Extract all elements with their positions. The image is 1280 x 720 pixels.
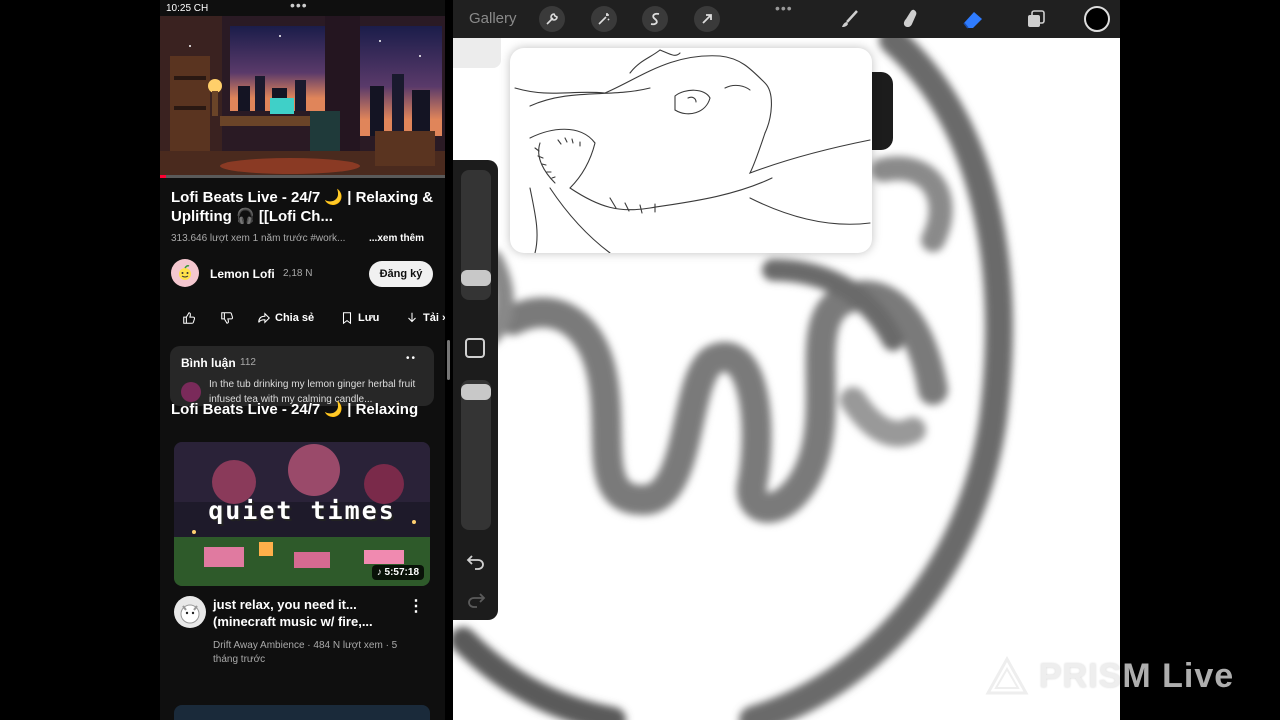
brush-sidebar <box>453 160 498 620</box>
watermark-text: PRISM Live <box>1039 656 1235 695</box>
download-icon <box>408 312 416 323</box>
recommended-thumbnail[interactable]: quiet times ♪ 5:57:18 <box>174 442 430 586</box>
brush-opacity-handle[interactable] <box>461 384 491 400</box>
view-count: 313.646 lượt xem <box>171 233 250 244</box>
youtube-split-view: 10:25 CH ••• Lofi Beats Live - 24/7 🌙 | … <box>160 0 445 720</box>
download-button[interactable]: Tải › <box>405 309 445 327</box>
reference-window[interactable] <box>510 48 872 253</box>
related-feed: quiet times ♪ 5:57:18 just relax, you ne… <box>160 425 445 720</box>
multitasking-dots[interactable]: ••• <box>290 0 308 13</box>
magic-wand-icon <box>598 13 610 25</box>
thumbs-down-icon <box>221 312 234 324</box>
channel-name[interactable]: Lemon Lofi <box>210 267 275 281</box>
share-icon <box>258 312 270 324</box>
recommended-title[interactable]: just relax, you need it... (minecraft mu… <box>213 596 403 630</box>
selection-button[interactable] <box>642 6 668 32</box>
layers-icon <box>1028 10 1045 27</box>
reference-window-tab[interactable] <box>871 72 893 150</box>
video-title[interactable]: Lofi Beats Live - 24/7 🌙 | Relaxing & Up… <box>171 188 439 226</box>
hashtag: #work... <box>310 233 346 244</box>
prism-live-watermark: PRISM Live <box>985 652 1255 700</box>
redo-arrow-icon <box>468 593 486 608</box>
video-progress-track[interactable] <box>160 175 445 178</box>
download-label: Tải › <box>423 312 445 324</box>
split-view-divider[interactable] <box>447 340 450 380</box>
comments-panel[interactable]: Bình luận 112 •• In the tub drinking my … <box>170 346 434 406</box>
subscribe-button[interactable]: Đăng ký <box>369 261 433 287</box>
comments-count: 112 <box>240 357 256 368</box>
reference-sketch <box>514 49 871 253</box>
save-button[interactable]: Lưu <box>340 309 379 327</box>
procreate-app: Gallery ••• <box>453 0 1120 720</box>
upload-age: 1 năm trước <box>252 233 308 244</box>
recommended-channel-avatar[interactable] <box>174 596 206 628</box>
undo-arrow-icon <box>466 555 484 570</box>
like-button[interactable] <box>182 309 196 327</box>
channel-avatar[interactable] <box>171 259 199 287</box>
video-progress-fill <box>160 175 166 178</box>
smudge-tool-button[interactable] <box>898 6 924 32</box>
color-picker-button[interactable] <box>1084 6 1110 32</box>
music-note-icon: ♪ <box>376 567 382 578</box>
gallery-button[interactable]: Gallery <box>469 10 517 27</box>
toolbar-more-dots[interactable]: ••• <box>775 0 793 16</box>
brush-size-handle[interactable] <box>461 270 491 286</box>
modify-button[interactable] <box>465 338 485 358</box>
transform-button[interactable] <box>694 6 720 32</box>
brush-opacity-slider[interactable] <box>461 380 491 530</box>
selection-s-icon <box>650 12 660 26</box>
comments-pager: •• <box>406 353 418 364</box>
video-player[interactable] <box>160 16 445 176</box>
actions-button[interactable] <box>539 6 565 32</box>
duration-text: 5:57:18 <box>384 567 419 578</box>
prism-triangle-icon <box>985 656 1029 695</box>
recommended-more-button[interactable]: ⋮ <box>408 596 424 616</box>
duration-badge: ♪ 5:57:18 <box>371 565 424 580</box>
commenter-avatar <box>181 382 201 402</box>
share-label: Chia sẻ <box>275 312 315 324</box>
share-button[interactable]: Chia sẻ <box>257 309 314 327</box>
eraser-icon <box>963 12 982 29</box>
adjustments-button[interactable] <box>591 6 617 32</box>
brush-tool-button[interactable] <box>837 6 863 32</box>
layers-button[interactable] <box>1023 6 1049 32</box>
save-label: Lưu <box>358 312 380 324</box>
thumbnail-caption: quiet times <box>208 496 396 525</box>
redo-button[interactable] <box>465 588 487 610</box>
wrench-icon <box>546 13 558 25</box>
subscriber-count: 2,18 N <box>283 268 313 279</box>
bookmark-icon <box>342 312 352 325</box>
show-more-link[interactable]: ...xem thêm <box>369 233 424 244</box>
arrow-cursor-icon <box>702 14 712 24</box>
undo-button[interactable] <box>465 550 487 572</box>
comments-label: Bình luận <box>181 356 236 370</box>
video-meta[interactable]: 313.646 lượt xem 1 năm trước #work... ..… <box>171 233 439 244</box>
thumbs-up-icon <box>183 312 196 324</box>
status-time: 10:25 CH <box>166 3 209 14</box>
smudge-finger-icon <box>903 9 917 28</box>
next-thumbnail[interactable] <box>174 705 430 720</box>
eraser-tool-button[interactable] <box>960 6 986 32</box>
dislike-button[interactable] <box>220 309 234 327</box>
miniplayer-title[interactable]: Lofi Beats Live - 24/7 🌙 | Relaxing <box>171 401 445 419</box>
brush-icon <box>842 10 858 27</box>
recommended-meta: Drift Away Ambience · 484 N lượt xem · 5… <box>213 640 398 665</box>
procreate-toolbar: Gallery ••• <box>453 0 1120 38</box>
